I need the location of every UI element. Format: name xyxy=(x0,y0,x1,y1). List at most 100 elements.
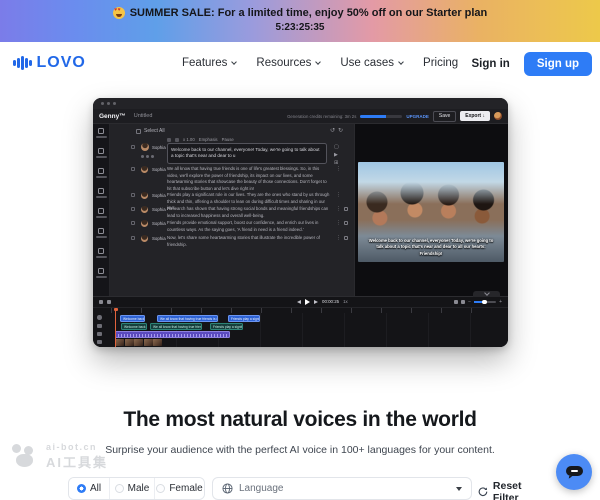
speaker-avatar xyxy=(141,143,149,151)
play-icon: ▶ xyxy=(334,153,339,158)
script-editor-panel: Select All ↺↻ x 1.00 Emphasis Pause Soph… xyxy=(110,124,354,296)
skip-forward-icon xyxy=(314,300,318,304)
timeline-panel: 00:00:25 1x − + xyxy=(93,296,508,347)
genny-brand: Genny™ xyxy=(99,113,126,120)
promo-banner[interactable]: SUMMER SALE: For a limited time, enjoy 5… xyxy=(0,0,600,42)
sign-in-link[interactable]: Sign in xyxy=(471,58,509,70)
script-textarea: Welcome back to our channel, everyone! T… xyxy=(167,143,327,164)
block-checkbox xyxy=(131,236,135,240)
emphasis-label: Emphasis xyxy=(199,137,218,142)
sidebar-item-ai-writer xyxy=(93,228,109,248)
video-preview-frame: Welcome back to our channel, everyone! T… xyxy=(358,162,504,262)
zoom-out-icon: − xyxy=(468,300,471,305)
language-select[interactable]: Language xyxy=(212,477,472,500)
logo-text: LOVO xyxy=(37,54,86,72)
radio-icon xyxy=(156,484,165,493)
speaker-name: Sophia xyxy=(152,221,166,226)
video-preview-panel: Welcome back to our channel, everyone! T… xyxy=(354,124,508,296)
more-icon: ⋮ xyxy=(336,193,341,198)
nav-resources[interactable]: Resources xyxy=(256,57,320,69)
video-track-icon xyxy=(97,340,102,344)
voice-clip: We all know that having true friends is … xyxy=(157,315,218,322)
upgrade-link: UPGRADE xyxy=(406,114,429,119)
site-watermark: ai-bot.cn AI工具集 xyxy=(10,442,108,471)
export-button: Export ↓ xyxy=(460,111,490,121)
lovo-logo[interactable]: LOVO xyxy=(13,54,86,72)
watermark-cn: AI工具集 xyxy=(46,452,108,471)
promo-text: SUMMER SALE: For a limited time, enjoy 5… xyxy=(130,7,488,19)
header-actions: Sign in Sign up xyxy=(471,52,592,76)
block-text: Research has shown that having strong so… xyxy=(167,206,330,219)
block-checkbox xyxy=(131,167,135,171)
add-media-icon xyxy=(99,300,103,304)
subtitles-icon xyxy=(98,188,104,194)
nav-features-label: Features xyxy=(182,57,227,69)
video-subtitle-caption: Welcome back to our channel, everyone! T… xyxy=(365,238,496,257)
nav-use-cases[interactable]: Use cases xyxy=(340,57,403,69)
reset-filter-label: Reset Filter xyxy=(493,480,540,500)
site-header: LOVO Features Resources Use cases Pricin… xyxy=(0,42,600,85)
globe-icon xyxy=(222,483,233,494)
main-nav: Features Resources Use cases Pricing xyxy=(182,57,458,69)
ai-art-icon xyxy=(98,208,104,214)
text-format-toolbar: x 1.00 Emphasis Pause xyxy=(167,137,234,142)
filter-male[interactable]: Male xyxy=(109,478,154,499)
undo-redo-icons: ↺↻ xyxy=(330,127,346,134)
chevron-down-icon xyxy=(484,290,490,296)
filter-all-label: All xyxy=(90,483,101,494)
block-text: Friends provide emotional support, boost… xyxy=(167,220,330,233)
more-icon: ⋮ xyxy=(336,236,341,241)
sidebar-item-settings xyxy=(93,268,109,288)
refresh-icon xyxy=(478,486,488,498)
music-clip xyxy=(115,331,230,338)
page-title: The most natural voices in the world xyxy=(0,408,600,432)
paw-logo-icon xyxy=(10,444,40,470)
document-title: Untitled xyxy=(134,113,153,119)
voice-controls xyxy=(141,155,154,158)
speaker-name: Sophia xyxy=(152,193,166,198)
subtitle-clip: Friends play a signifi... xyxy=(210,323,243,330)
select-all-label: Select All xyxy=(144,128,165,134)
radio-icon xyxy=(115,484,124,493)
speaker-name: Sophia xyxy=(152,207,166,212)
nav-resources-label: Resources xyxy=(256,57,311,69)
playhead xyxy=(115,308,116,347)
nav-features[interactable]: Features xyxy=(182,57,236,69)
audio-toggle-icon xyxy=(461,300,465,304)
watermark-domain: ai-bot.cn xyxy=(46,442,108,452)
voice-filters: All Male Female Language xyxy=(68,477,540,500)
speaker-name: Sophia xyxy=(152,236,166,241)
voiceover-icon xyxy=(98,128,104,134)
zoom-in-icon: + xyxy=(499,300,502,305)
filter-all[interactable]: All xyxy=(69,478,109,499)
heart-eyes-emoji xyxy=(113,7,125,19)
block-checkbox xyxy=(131,221,135,225)
chat-launcher-button[interactable] xyxy=(556,454,592,490)
chevron-down-icon xyxy=(316,59,322,65)
sign-up-button[interactable]: Sign up xyxy=(524,52,592,76)
block-text: We all know that having true friends is … xyxy=(167,166,330,193)
music-track-icon xyxy=(97,332,102,336)
voice-clip: Welcome back t... xyxy=(120,315,145,322)
comment-icon xyxy=(344,221,348,225)
sidebar-item-resources xyxy=(93,168,109,188)
credits-remaining-label: Generation credits remaining: 3m 2s xyxy=(287,114,356,119)
reset-filter-button[interactable]: Reset Filter xyxy=(478,480,540,500)
voice-cloning-icon xyxy=(98,148,104,154)
playback-speed: 1x xyxy=(343,299,348,304)
voice-track-icon xyxy=(97,315,102,320)
playback-controls: 00:00:25 1x xyxy=(297,299,348,305)
comment-icon xyxy=(344,236,348,240)
nav-pricing[interactable]: Pricing xyxy=(423,57,458,69)
subtitle-track-icon xyxy=(97,324,102,328)
radio-selected-icon xyxy=(77,484,86,493)
filter-female[interactable]: Female xyxy=(154,478,204,499)
sidebar-item-voiceover xyxy=(93,128,109,148)
chevron-down-icon xyxy=(232,59,238,65)
caret-icon xyxy=(175,138,179,142)
sidebar-item-subtitles xyxy=(93,188,109,208)
language-select-value: Language xyxy=(239,483,450,494)
subtitle-clip: We all know that having true friends is … xyxy=(150,323,202,330)
speaker-avatar xyxy=(141,235,148,242)
speaker-avatar xyxy=(141,206,148,213)
